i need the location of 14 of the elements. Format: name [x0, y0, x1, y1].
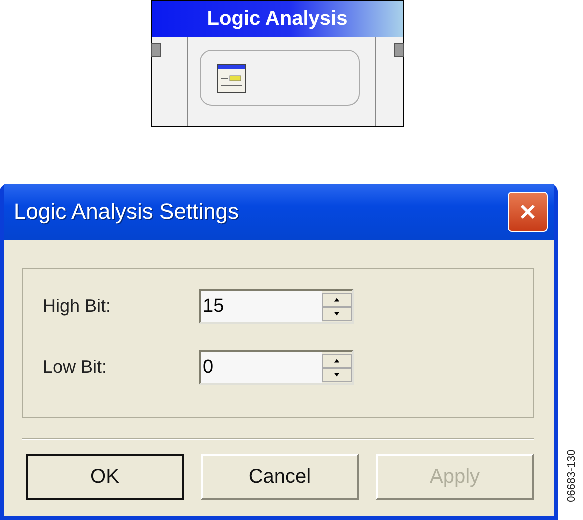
- port-icon: [151, 43, 161, 57]
- spin-field[interactable]: 0: [199, 350, 354, 385]
- spin-field[interactable]: 15: [199, 289, 354, 324]
- field-label: High Bit:: [43, 296, 112, 317]
- dialog-icon[interactable]: [217, 64, 247, 94]
- close-icon[interactable]: [518, 202, 538, 222]
- window-title: Logic Analysis Settings: [14, 199, 240, 225]
- dialog-button[interactable]: Cancel: [201, 454, 359, 500]
- field-label: Low Bit:: [43, 357, 108, 378]
- block-title: Logic Analysis: [152, 1, 403, 37]
- port-icon: [394, 43, 404, 57]
- figure-number: 06683-130: [566, 448, 578, 504]
- dialog-button[interactable]: OK: [26, 454, 184, 500]
- close-button[interactable]: [508, 192, 548, 232]
